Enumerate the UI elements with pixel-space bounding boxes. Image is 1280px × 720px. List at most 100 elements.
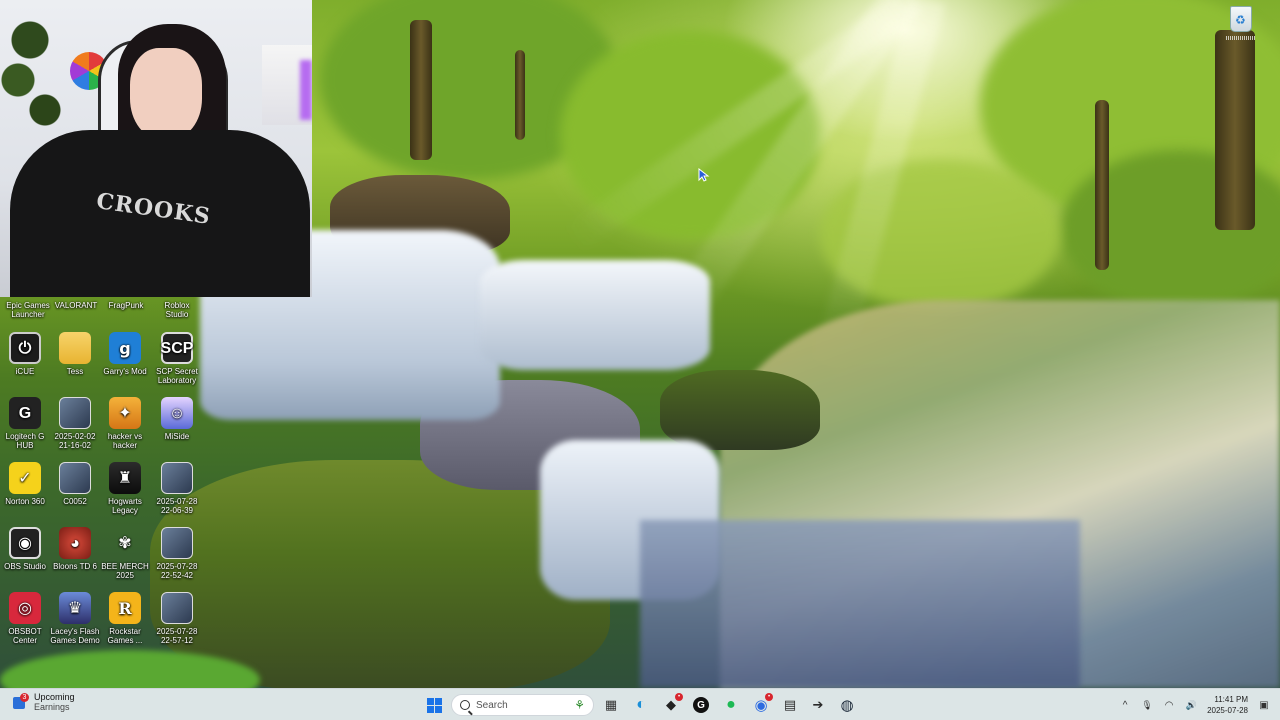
desktop-icon-rockstar-games[interactable]: R Rockstar Games ... [100, 592, 150, 645]
taskbar-app-logitech[interactable]: G [689, 693, 713, 717]
taskbar: 3 Upcoming Earnings Search ⚘ ▦ ◐ ◆ • G ●… [0, 688, 1280, 720]
desktop-icon-video-2025-07-28-22-57-12[interactable]: 2025-07-28 22-57-12 [152, 592, 202, 645]
taskbar-app-spotify[interactable]: ● [719, 693, 743, 717]
windows-logo-icon [426, 697, 442, 713]
mouse-cursor-icon [698, 168, 710, 182]
search-highlight-icon: ⚘ [574, 698, 585, 712]
icue-icon: ⏻ [9, 332, 41, 364]
desktop-icon-label: iCUE [15, 367, 35, 376]
desktop-icon-miside[interactable]: ☺ MiSide [152, 397, 202, 441]
terminal-icon: ▤ [783, 697, 797, 712]
desktop-icon-logitech-g-hub[interactable]: G Logitech G HUB [0, 397, 50, 450]
steam-icon: ◍ [840, 697, 854, 714]
wifi-icon[interactable]: ◠ [1163, 699, 1175, 711]
taskbar-app-messenger[interactable]: ◉ • [749, 693, 773, 717]
desktop-icon-c0052[interactable]: C0052 [50, 462, 100, 506]
desktop-icon-label: Hogwarts Legacy [108, 497, 142, 515]
desktop-icon-obs-studio[interactable]: ◉ OBS Studio [0, 527, 50, 571]
bloons-icon: ◕ [59, 527, 91, 559]
desktop-icon-label: C0052 [63, 497, 87, 506]
video-thumbnail-icon [59, 397, 91, 429]
video-thumbnail-icon [161, 462, 193, 494]
desktop-icon-bee-merch-2025[interactable]: ✾ BEE MERCH 2025 [100, 527, 150, 580]
search-box[interactable]: Search ⚘ [451, 694, 594, 716]
desktop-icon-label: SCP Secret Laboratory [156, 367, 198, 385]
desktop-icon-tess-folder[interactable]: Tess [50, 332, 100, 376]
webcam-overlay: CROOKS [0, 0, 312, 297]
clock[interactable]: 11:41 PM 2025-07-28 [1207, 694, 1248, 716]
notification-badge: • [675, 693, 683, 701]
desktop-icon-label: Lacey's Flash Games Demo [50, 627, 100, 645]
start-button[interactable] [422, 693, 446, 717]
widgets-button[interactable]: 3 Upcoming Earnings [12, 692, 75, 712]
desktop-icon-video-2025-07-28-22-52-42[interactable]: 2025-07-28 22-52-42 [152, 527, 202, 580]
desktop-icon-label: Tess [66, 367, 84, 376]
desktop-icon-fragpunk-label[interactable]: FragPunk [98, 301, 154, 310]
desktop-icon-label: 2025-07-28 22-52-42 [156, 562, 198, 580]
norton-check-icon: ✓ [9, 462, 41, 494]
widget-title: Upcoming [34, 692, 75, 702]
desktop-icon-hacker-vs-hacker[interactable]: ✦ hacker vs hacker [100, 397, 150, 450]
desktop-icon-valorant-label[interactable]: VALORANT [48, 301, 104, 310]
desktop-icon-norton-360[interactable]: ✓ Norton 360 [0, 462, 50, 506]
clock-time: 11:41 PM [1214, 695, 1248, 704]
desktop-icon-label: Garry's Mod [103, 367, 147, 376]
microphone-icon[interactable]: 🎙 [1141, 699, 1153, 711]
desktop-icon-label: Logitech G HUB [5, 432, 45, 450]
desktop-icon-label: BEE MERCH 2025 [101, 562, 149, 580]
recycle-bin[interactable]: ♻ [1226, 6, 1256, 46]
stocks-widget-icon: 3 [12, 693, 29, 710]
taskbar-app-arrow[interactable]: ➔ [806, 693, 830, 717]
hogwarts-legacy-icon: ♜ [109, 462, 141, 494]
webcam-light [300, 60, 312, 120]
miside-icon: ☺ [161, 397, 193, 429]
desktop-icon-obsbot-center[interactable]: ◎ OBSBOT Center [0, 592, 50, 645]
edge-icon: ◐ [636, 696, 646, 713]
bee-icon: ✾ [118, 534, 132, 552]
desktop-icon-label: Rockstar Games ... [107, 627, 143, 645]
taskbar-app-edge[interactable]: ◐ [629, 693, 653, 717]
obsbot-icon: ◎ [9, 592, 41, 624]
widget-subtitle: Earnings [34, 702, 70, 712]
system-tray: ^ 🎙 ◠ 🔊 11:41 PM 2025-07-28 ▣ [1119, 689, 1270, 720]
desktop-icon-video-2025-07-28-22-06-39[interactable]: 2025-07-28 22-06-39 [152, 462, 202, 515]
desktop-icon-bloons-td-6[interactable]: ◕ Bloons TD 6 [50, 527, 100, 571]
desktop-icon-roblox-studio-label[interactable]: Roblox Studio [149, 301, 205, 319]
search-placeholder: Search [476, 699, 508, 711]
logitech-g-icon: G [693, 697, 709, 713]
desktop-icon-label: 2025-07-28 22-06-39 [156, 497, 198, 515]
desktop-icon-laceys-flash-games[interactable]: ♛ Lacey's Flash Games Demo [50, 592, 100, 645]
taskbar-app-badged[interactable]: ◆ • [659, 693, 683, 717]
desktop-icon-scp-secret-laboratory[interactable]: SCP SCP Secret Laboratory [152, 332, 202, 385]
desktop-icon-label: OBS Studio [4, 562, 46, 571]
taskbar-app-steam[interactable]: ◍ [835, 693, 859, 717]
desktop-icon-label: MiSide [164, 432, 190, 441]
desktop-icon-label: 2025-07-28 22-57-12 [156, 627, 198, 645]
video-thumbnail-icon [161, 592, 193, 624]
taskbar-app-terminal[interactable]: ▤ [778, 693, 802, 717]
notification-center-icon[interactable]: ▣ [1258, 699, 1270, 711]
recycle-bin-label [1226, 36, 1256, 40]
scp-icon: SCP [161, 332, 193, 364]
video-thumbnail-icon [161, 527, 193, 559]
app-icon: ◆ [666, 697, 676, 712]
desktop-icon-garrys-mod[interactable]: g Garry's Mod [100, 332, 150, 376]
arrow-app-icon: ➔ [812, 697, 824, 712]
webcam-person-face [130, 48, 202, 140]
desktop-icon-label: hacker vs hacker [107, 432, 143, 450]
hacker-vs-hacker-icon: ✦ [109, 397, 141, 429]
webcam-plant [0, 0, 70, 150]
taskbar-app-file-explorer[interactable]: ▦ [599, 693, 623, 717]
desktop-icon-label: Bloons TD 6 [53, 562, 97, 571]
obs-icon: ◉ [9, 527, 41, 559]
desktop-icon-video-2025-02-02[interactable]: 2025-02-02 21-16-02 [50, 397, 100, 450]
volume-icon[interactable]: 🔊 [1185, 699, 1197, 711]
widget-badge: 3 [20, 693, 29, 702]
show-hidden-icons-chevron-icon[interactable]: ^ [1119, 699, 1131, 711]
desktop-icon-icue[interactable]: ⏻ iCUE [0, 332, 50, 376]
notification-badge: • [765, 693, 773, 701]
desktop-icon-hogwarts-legacy[interactable]: ♜ Hogwarts Legacy [100, 462, 150, 515]
desktop-icon-label: Norton 360 [5, 497, 45, 506]
spotify-icon: ● [726, 696, 736, 713]
desktop-icon-label: 2025-02-02 21-16-02 [54, 432, 96, 450]
